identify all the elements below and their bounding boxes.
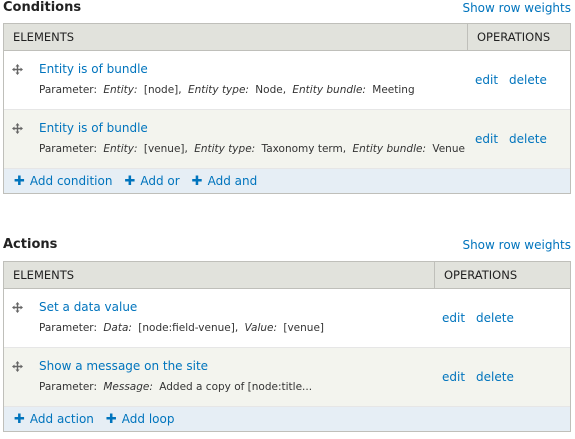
- plus-icon: ✚: [14, 411, 25, 427]
- edit-link[interactable]: edit: [475, 132, 498, 146]
- parameter-label: Parameter:: [39, 322, 97, 334]
- param-value: [node:field-venue],: [138, 322, 239, 334]
- plus-icon: ✚: [191, 173, 203, 189]
- element-cell: Entity is of bundle Parameter: Entity: […: [4, 110, 475, 168]
- operations-column-header: OPERATIONS: [434, 262, 570, 288]
- parameter-label: Parameter:: [39, 84, 97, 96]
- operations-column-header: OPERATIONS: [467, 24, 570, 50]
- operations-cell: edit delete: [442, 289, 570, 347]
- add-or-link[interactable]: ✚ Add or: [124, 174, 179, 188]
- element-cell: Show a message on the site Parameter: Me…: [4, 348, 442, 406]
- conditions-show-row-weights-link[interactable]: Show row weights: [462, 1, 571, 15]
- action-title-link[interactable]: Set a data value: [39, 300, 137, 314]
- add-action-label: Add action: [29, 412, 94, 426]
- edit-link[interactable]: edit: [442, 311, 465, 325]
- elements-column-header: ELEMENTS: [13, 268, 75, 282]
- param-value: [venue]: [283, 322, 325, 334]
- action-title-link[interactable]: Show a message on the site: [39, 359, 208, 373]
- param-key: Message:: [103, 381, 153, 393]
- actions-table: ELEMENTS OPERATIONS Set a data value Par…: [3, 261, 571, 432]
- actions-add-bar: ✚ Add action ✚ Add loop: [4, 407, 570, 431]
- param-value: Meeting: [372, 84, 415, 96]
- condition-parameters: Parameter: Entity: [node], Entity type: …: [39, 84, 415, 96]
- action-parameters: Parameter: Message: Added a copy of [nod…: [39, 381, 312, 393]
- table-row: Entity is of bundle Parameter: Entity: […: [4, 110, 570, 169]
- delete-link[interactable]: delete: [476, 370, 514, 384]
- actions-title: Actions: [3, 237, 58, 252]
- element-cell: Set a data value Parameter: Data: [node:…: [4, 289, 442, 347]
- action-parameters: Parameter: Data: [node:field-venue], Val…: [39, 322, 324, 334]
- add-condition-label: Add condition: [29, 174, 113, 188]
- condition-title-link[interactable]: Entity is of bundle: [39, 62, 148, 76]
- param-value: Added a copy of [node:title...: [159, 381, 313, 393]
- operations-cell: edit delete: [442, 348, 570, 406]
- param-key: Value:: [244, 322, 278, 334]
- drag-handle-icon[interactable]: [12, 302, 23, 313]
- param-value: Node,: [255, 84, 287, 96]
- table-row: Show a message on the site Parameter: Me…: [4, 348, 570, 407]
- param-value: [node],: [143, 84, 182, 96]
- add-action-link[interactable]: ✚ Add action: [14, 412, 94, 426]
- edit-link[interactable]: edit: [475, 73, 498, 87]
- operations-cell: edit delete: [475, 51, 570, 109]
- condition-parameters: Parameter: Entity: [venue], Entity type:…: [39, 143, 465, 155]
- conditions-title: Conditions: [3, 0, 82, 15]
- param-key: Entity type:: [194, 143, 256, 155]
- drag-handle-icon[interactable]: [12, 64, 23, 75]
- plus-icon: ✚: [124, 173, 136, 189]
- param-key: Entity type:: [187, 84, 249, 96]
- add-and-label: Add and: [207, 174, 258, 188]
- table-row: Set a data value Parameter: Data: [node:…: [4, 289, 570, 348]
- drag-handle-icon[interactable]: [12, 123, 23, 134]
- param-key: Entity:: [103, 143, 138, 155]
- param-key: Entity bundle:: [292, 84, 366, 96]
- conditions-table-header: ELEMENTS OPERATIONS: [4, 24, 570, 51]
- parameter-label: Parameter:: [39, 381, 97, 393]
- elements-column-header: ELEMENTS: [13, 30, 75, 44]
- delete-link[interactable]: delete: [476, 311, 514, 325]
- plus-icon: ✚: [14, 173, 25, 189]
- actions-show-row-weights-link[interactable]: Show row weights: [462, 238, 571, 252]
- conditions-table: ELEMENTS OPERATIONS Entity is of bundle …: [3, 23, 571, 194]
- delete-link[interactable]: delete: [509, 132, 547, 146]
- param-key: Entity bundle:: [352, 143, 426, 155]
- param-value: Venue: [432, 143, 465, 155]
- add-and-link[interactable]: ✚ Add and: [192, 174, 258, 188]
- param-value: [venue],: [143, 143, 188, 155]
- condition-title-link[interactable]: Entity is of bundle: [39, 121, 148, 135]
- add-loop-link[interactable]: ✚ Add loop: [106, 412, 175, 426]
- param-key: Data:: [103, 322, 132, 334]
- delete-link[interactable]: delete: [509, 73, 547, 87]
- edit-link[interactable]: edit: [442, 370, 465, 384]
- add-or-label: Add or: [140, 174, 180, 188]
- add-condition-link[interactable]: ✚ Add condition: [14, 174, 112, 188]
- table-row: Entity is of bundle Parameter: Entity: […: [4, 51, 570, 110]
- parameter-label: Parameter:: [39, 143, 97, 155]
- param-value: Taxonomy term,: [261, 143, 347, 155]
- element-cell: Entity is of bundle Parameter: Entity: […: [4, 51, 475, 109]
- actions-table-header: ELEMENTS OPERATIONS: [4, 262, 570, 289]
- add-loop-label: Add loop: [121, 412, 175, 426]
- operations-cell: edit delete: [475, 110, 570, 168]
- drag-handle-icon[interactable]: [12, 361, 23, 372]
- conditions-add-bar: ✚ Add condition ✚ Add or ✚ Add and: [4, 169, 570, 193]
- plus-icon: ✚: [105, 411, 117, 427]
- param-key: Entity:: [103, 84, 138, 96]
